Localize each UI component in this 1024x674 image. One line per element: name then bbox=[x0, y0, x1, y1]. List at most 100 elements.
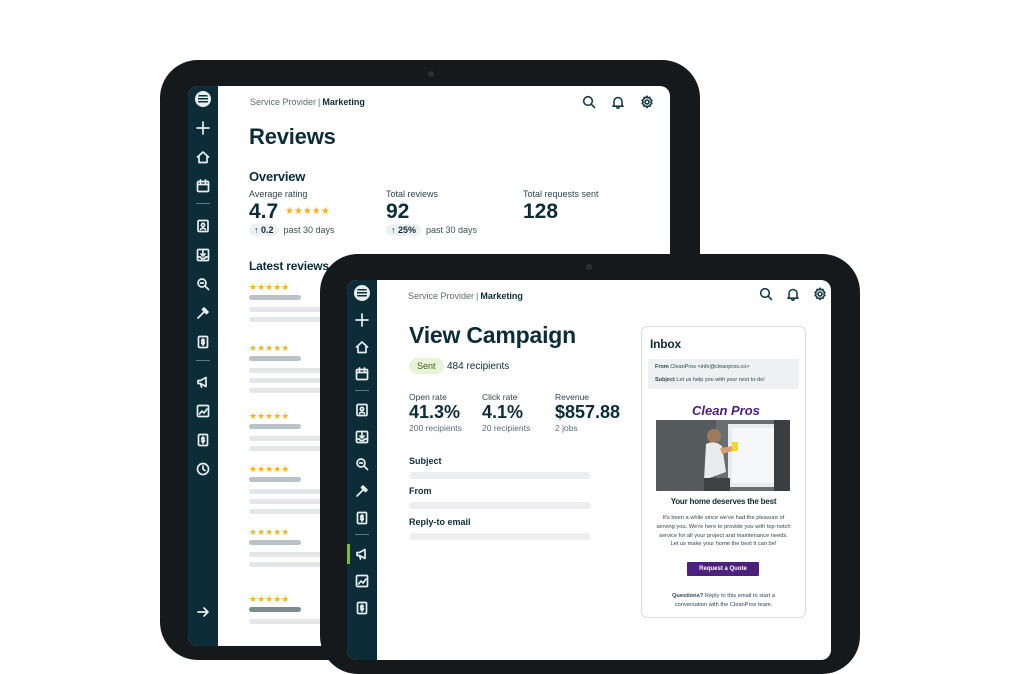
review-name-bar bbox=[249, 356, 301, 361]
bell-icon[interactable] bbox=[786, 287, 800, 302]
review-stars: ★★★★★ bbox=[249, 464, 290, 474]
metric-sub: 200 recipients bbox=[409, 423, 462, 433]
email-subject: Subject Let us help you with your next t… bbox=[655, 377, 765, 383]
search-map-icon[interactable] bbox=[347, 454, 377, 474]
breadcrumb: Service Provider | Marketing bbox=[408, 291, 523, 301]
delta-period: past 30 days bbox=[283, 225, 335, 235]
chart-icon[interactable] bbox=[188, 401, 218, 421]
breadcrumb-page: Marketing bbox=[480, 291, 523, 301]
stat-value: 128 bbox=[523, 200, 559, 223]
review-text-bar bbox=[249, 562, 329, 567]
arrow-right-icon[interactable] bbox=[188, 602, 218, 622]
metric-value: 4.1% bbox=[482, 402, 524, 422]
review-text-bar bbox=[249, 388, 329, 393]
megaphone-icon[interactable] bbox=[188, 372, 218, 392]
metric-label: Open rate bbox=[409, 392, 447, 402]
front-tablet: Service Provider | Marketing View Campaign… bbox=[320, 254, 860, 674]
review-name-bar bbox=[249, 295, 301, 300]
review-name-bar bbox=[249, 477, 301, 482]
email-footer-bold: Questions? bbox=[671, 593, 704, 599]
page-title: View Campaign bbox=[409, 322, 576, 348]
review-stars: ★★★★★ bbox=[249, 411, 290, 421]
delta-pill: ↑ 0.2 bbox=[249, 224, 279, 236]
review-text-bar bbox=[249, 368, 329, 373]
megaphone-icon[interactable] bbox=[347, 544, 377, 564]
dollar-icon[interactable] bbox=[347, 598, 377, 618]
bell-icon[interactable] bbox=[611, 95, 625, 110]
logo-icon[interactable] bbox=[354, 285, 370, 301]
review-stars: ★★★★★ bbox=[249, 343, 290, 353]
gear-icon[interactable] bbox=[640, 95, 654, 109]
breadcrumb-page: Marketing bbox=[322, 97, 365, 107]
search-map-icon[interactable] bbox=[188, 274, 218, 294]
hero-photo bbox=[656, 420, 790, 491]
review-text-bar bbox=[249, 378, 329, 383]
delta-period: past 30 days bbox=[426, 225, 478, 235]
reply-to-field[interactable] bbox=[409, 533, 591, 540]
back-sidebar bbox=[188, 86, 218, 646]
subject-field[interactable] bbox=[409, 472, 591, 479]
search-icon[interactable] bbox=[582, 95, 596, 109]
contacts-icon[interactable] bbox=[188, 216, 218, 236]
dollar-icon[interactable] bbox=[188, 430, 218, 450]
calendar-icon[interactable] bbox=[347, 364, 377, 384]
invoice-icon[interactable] bbox=[188, 332, 218, 352]
metric-sub: 2 jobs bbox=[555, 423, 578, 433]
stat-label: Average rating bbox=[249, 189, 308, 199]
sidebar-divider bbox=[355, 534, 369, 535]
breadcrumb-section[interactable]: Service Provider bbox=[250, 97, 316, 107]
breadcrumb-section[interactable]: Service Provider bbox=[408, 291, 474, 301]
review-stars: ★★★★★ bbox=[249, 594, 290, 604]
front-tablet-camera bbox=[586, 264, 592, 270]
request-quote-button[interactable]: Request a Quote bbox=[687, 562, 759, 576]
stat-delta: ↑ 0.2 past 30 days bbox=[249, 224, 335, 236]
metric-value: $857.88 bbox=[555, 402, 621, 422]
contacts-icon[interactable] bbox=[347, 400, 377, 420]
home-icon[interactable] bbox=[188, 147, 218, 167]
logo-icon[interactable] bbox=[195, 91, 211, 107]
review-text-bar bbox=[249, 317, 329, 322]
field-label-from: From bbox=[409, 486, 432, 496]
brand-logo: Clean Pros bbox=[692, 403, 760, 418]
sidebar-divider bbox=[355, 390, 369, 391]
email-headline: Your home deserves the best bbox=[670, 497, 777, 506]
breadcrumb: Service Provider | Marketing bbox=[250, 97, 365, 107]
page-title: Reviews bbox=[249, 124, 336, 149]
metric-value: 41.3% bbox=[409, 402, 461, 422]
from-field[interactable] bbox=[409, 502, 591, 509]
plus-icon[interactable] bbox=[347, 310, 377, 330]
review-text-bar bbox=[249, 436, 329, 441]
hammer-icon[interactable] bbox=[188, 303, 218, 323]
calendar-icon[interactable] bbox=[188, 176, 218, 196]
inbox-tray-icon[interactable] bbox=[188, 245, 218, 265]
email-subject-value: Let us help you with your next to-do! bbox=[676, 377, 765, 383]
invoice-icon[interactable] bbox=[347, 508, 377, 528]
front-screen: Service Provider | Marketing View Campaign… bbox=[347, 280, 831, 660]
review-text-bar bbox=[249, 509, 329, 514]
sidebar-divider bbox=[196, 203, 210, 204]
gear-icon[interactable] bbox=[813, 287, 827, 301]
stat-value: 4.7 bbox=[249, 200, 279, 223]
metric-label: Click rate bbox=[482, 392, 518, 402]
home-icon[interactable] bbox=[347, 337, 377, 357]
metric-sub: 20 recipients bbox=[482, 423, 531, 433]
hammer-icon[interactable] bbox=[347, 481, 377, 501]
back-tablet-camera bbox=[428, 71, 434, 77]
stat-label: Total requests sent bbox=[523, 189, 599, 199]
review-text-bar bbox=[249, 489, 329, 494]
email-body: It's been a while since we've had the pl… bbox=[656, 515, 791, 548]
inbox-tray-icon[interactable] bbox=[347, 427, 377, 447]
review-text-bar bbox=[249, 552, 329, 557]
review-text-bar bbox=[249, 446, 329, 451]
plus-icon[interactable] bbox=[188, 118, 218, 138]
review-name-bar bbox=[249, 424, 301, 429]
clock-icon[interactable] bbox=[188, 459, 218, 479]
overview-heading: Overview bbox=[249, 169, 306, 184]
search-icon[interactable] bbox=[759, 287, 773, 301]
email-from-label: From bbox=[655, 364, 669, 370]
review-text-bar bbox=[249, 307, 329, 312]
review-text-bar bbox=[249, 499, 329, 504]
review-stars: ★★★★★ bbox=[249, 282, 290, 292]
chart-icon[interactable] bbox=[347, 571, 377, 591]
sidebar-divider bbox=[196, 360, 210, 361]
